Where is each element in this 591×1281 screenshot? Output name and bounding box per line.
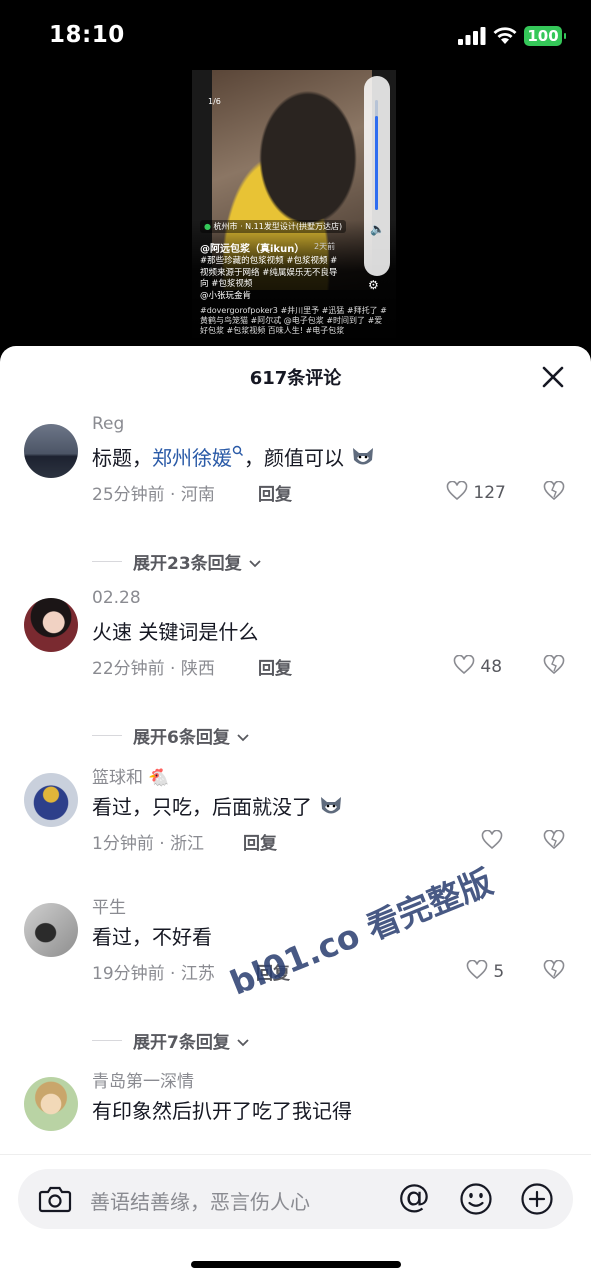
- video-mention[interactable]: @小张玩金肯: [200, 291, 251, 301]
- heart-icon: [481, 829, 503, 850]
- comment-text: 看过，只吃，后面就没了: [92, 791, 344, 820]
- avatar[interactable]: [24, 1077, 78, 1131]
- chevron-down-icon: [248, 560, 261, 568]
- comment-time-location: 19分钟前 · 江苏: [92, 964, 215, 984]
- add-plus-icon[interactable]: [520, 1182, 554, 1216]
- comment-text: 火速 关键词是什么: [92, 620, 259, 644]
- comment-input-bar: 善语结善缘，恶言伤人心 @: [0, 1154, 591, 1281]
- status-bar: 18:10 100: [0, 0, 591, 70]
- camera-icon[interactable]: [38, 1184, 72, 1214]
- comments-sheet: 617条评论 Reg 标题，郑州徐媛 ，颜值可以 25分钟前 · 河南 回复 12…: [0, 346, 591, 1280]
- avatar[interactable]: [24, 903, 78, 957]
- video-posted-time: 2天前: [314, 242, 336, 251]
- avatar[interactable]: [24, 424, 78, 478]
- location-pin-icon: ●: [204, 222, 211, 231]
- comment-username[interactable]: 02.28: [92, 588, 141, 608]
- like-count: 5: [493, 962, 505, 982]
- home-indicator[interactable]: [191, 1261, 401, 1268]
- dislike-icon[interactable]: [543, 960, 565, 980]
- avatar[interactable]: [24, 773, 78, 827]
- like-button[interactable]: 48: [453, 654, 503, 677]
- heart-icon: [453, 654, 475, 675]
- page-indicator: 1/6: [208, 97, 221, 106]
- video-author[interactable]: @阿远包浆（真ikun）: [200, 240, 304, 255]
- close-icon[interactable]: [540, 364, 566, 390]
- status-time: 18:10: [49, 22, 125, 48]
- volume-slider[interactable]: 🔈: [364, 76, 390, 276]
- heart-icon: [446, 480, 468, 501]
- search-icon: [232, 445, 243, 456]
- dog-emoji-icon: [353, 448, 374, 465]
- comments-title: 617条评论: [249, 368, 342, 389]
- chevron-down-icon: [237, 1039, 249, 1047]
- like-button[interactable]: 5: [466, 959, 505, 982]
- gear-icon[interactable]: ⚙: [368, 278, 379, 292]
- like-button[interactable]: [481, 829, 503, 852]
- search-keyword-link[interactable]: 郑州徐媛: [152, 445, 244, 470]
- comment-username[interactable]: 篮球和 🐔: [92, 763, 170, 788]
- video-location[interactable]: ● 杭州市 · N.11发型设计(拱墅万达店): [200, 220, 347, 233]
- chevron-down-icon: [237, 734, 249, 742]
- cellular-signal-icon: [458, 27, 486, 45]
- comment-time-location: 22分钟前 · 陕西: [92, 659, 215, 679]
- comment-time-location: 1分钟前 · 浙江: [92, 834, 205, 854]
- like-button[interactable]: 127: [446, 480, 506, 503]
- video-preview[interactable]: 1/6 ● 杭州市 · N.11发型设计(拱墅万达店) @阿远包浆（真ikun）…: [192, 70, 396, 348]
- chicken-emoji-icon: 🐔: [148, 768, 170, 788]
- heart-icon: [466, 959, 488, 980]
- reply-button[interactable]: 回复: [258, 654, 292, 679]
- dislike-icon[interactable]: [543, 481, 565, 501]
- dog-emoji-icon: [321, 797, 342, 814]
- comment-username[interactable]: Reg: [92, 414, 124, 434]
- battery-indicator: 100: [524, 26, 566, 46]
- like-count: 127: [473, 483, 506, 503]
- speaker-icon: 🔈: [370, 222, 385, 236]
- avatar[interactable]: [24, 598, 78, 652]
- comment-text: 看过，不好看: [92, 925, 212, 949]
- comment-text: 有印象然后扒开了吃了我记得: [92, 1099, 352, 1123]
- dislike-icon[interactable]: [543, 830, 565, 850]
- video-extra-tags: #dovergorofpoker3 #井川里予 #迅猛 #拜托了 #黄鹤与鸟笼猫…: [200, 306, 387, 335]
- comment-text: 标题，郑州徐媛 ，颜值可以: [92, 442, 376, 471]
- volume-level: [375, 116, 378, 210]
- comment-input-placeholder: 善语结善缘，恶言伤人心: [90, 1190, 310, 1214]
- mention-at-icon[interactable]: @: [398, 1177, 430, 1215]
- comment-input[interactable]: 善语结善缘，恶言伤人心 @: [18, 1169, 573, 1229]
- emoji-smile-icon[interactable]: [459, 1182, 493, 1216]
- reply-button[interactable]: 回复: [258, 480, 292, 505]
- reply-button[interactable]: 回复: [243, 829, 277, 854]
- comment-time-location: 25分钟前 · 河南: [92, 485, 215, 505]
- wifi-icon: [493, 27, 517, 44]
- video-description: #那些珍藏的包浆视频 #包浆视频 #视频来源于网络 #纯属娱乐无不良导向 #包浆…: [200, 256, 338, 301]
- comment-username[interactable]: 平生: [92, 893, 126, 918]
- dislike-icon[interactable]: [543, 655, 565, 675]
- like-count: 48: [480, 657, 503, 677]
- comment-username[interactable]: 青岛第一深情: [92, 1067, 194, 1092]
